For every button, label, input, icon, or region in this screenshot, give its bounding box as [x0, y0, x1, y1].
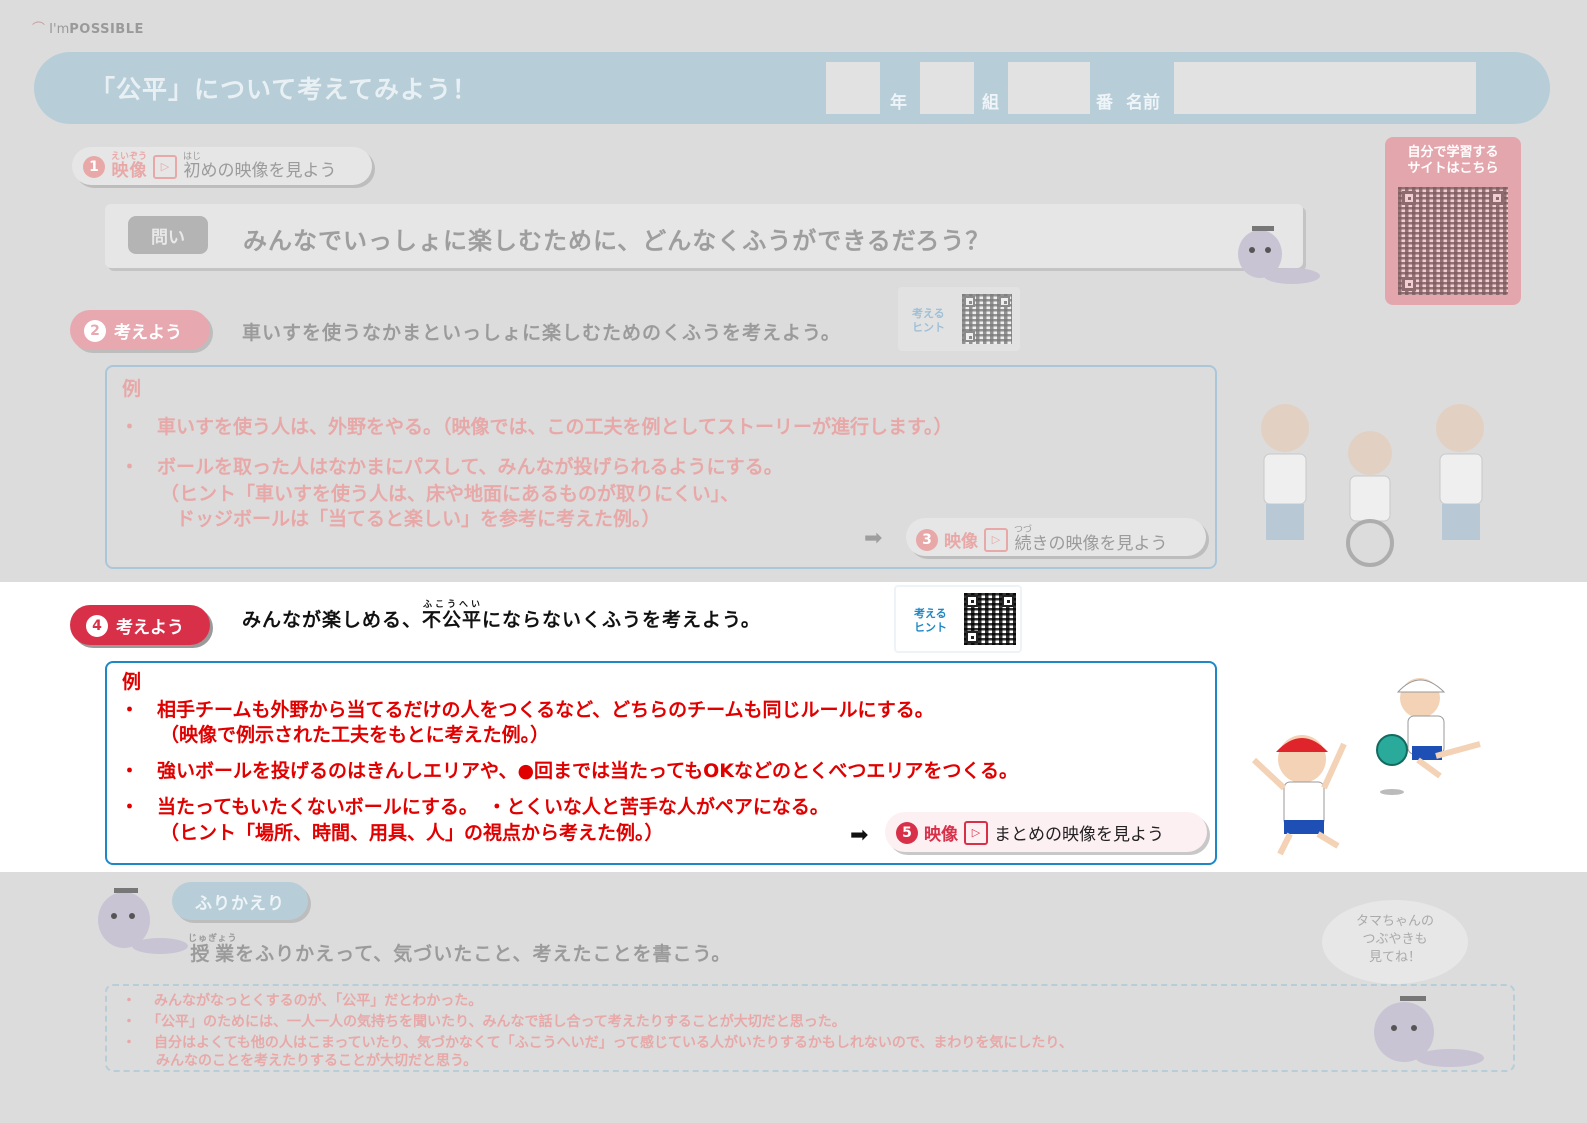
children-illustration-icon: [1261, 404, 1484, 567]
step3-number: 3: [916, 528, 938, 551]
hint-card-1[interactable]: 考える ヒント: [898, 287, 1020, 351]
name-field[interactable]: [1174, 62, 1476, 114]
example2-item-2: ・ボールを取った人はなかまにパスして、みんなが投げられるようにする。: [120, 456, 783, 478]
reflection-item-2: ・「公平」のためには、一人一人の気持ちを聞いたり、みんなで話し合って考えたりする…: [122, 1014, 846, 1030]
self-study-qr-icon[interactable]: [1398, 187, 1508, 295]
name-label: 名前: [1126, 93, 1160, 113]
example4-item-1: ・相手チームも外野から当てるだけの人をつくるなど、どちらのチームも同じルールにす…: [120, 699, 934, 721]
step5-content: 5 映像 ▷ まとめの映像を見よう: [896, 820, 1164, 845]
reflection-item-3-cont: みんなのことを考えたりすることが大切だと思う。: [156, 1053, 478, 1069]
example4-label: 例: [122, 671, 142, 693]
step5-arrow-icon: ➡: [850, 823, 869, 848]
number-label: 番: [1096, 93, 1113, 113]
step2-tag: 考えよう: [114, 323, 182, 343]
self-study-card[interactable]: 自分で学習する サイトはこちら: [1385, 137, 1521, 305]
hint-qr-icon[interactable]: [962, 294, 1012, 344]
step1-content: 1 映像えいぞう ▷ 初はじめの映像を見よう: [83, 152, 337, 181]
tama-mascot-icon: [1374, 996, 1484, 1067]
logo-icon: ⌒: [32, 22, 46, 37]
step3-label: 続つづきの映像を見よう: [1014, 525, 1168, 554]
page-title: 「公平」について考えてみよう！: [90, 75, 479, 104]
example4-item-1-note: （映像で例示された工夫をもとに考えた例。）: [160, 724, 550, 746]
step4-text: みんなが楽しめる、不公平ふこうへいにならないくふうを考えよう。: [242, 600, 761, 631]
question-text: みんなでいっしょに楽しむために、どんなくふうができるだろう？: [243, 227, 991, 255]
self-study-line2: サイトはこちら: [1407, 161, 1499, 176]
grade-label: 年: [890, 93, 907, 113]
step1-number: 1: [83, 155, 105, 178]
reflection-item-1: ・みんながなっとくするのが、「公平」だとわかった。: [122, 993, 483, 1009]
reflection-badge: ふりかえり: [172, 882, 308, 920]
self-study-line1: 自分で学習する: [1407, 145, 1499, 160]
example4-item-3-hint: （ヒント「場所、時間、用具、人」の視点から考えた例。）: [160, 822, 664, 844]
grade-field[interactable]: [826, 62, 880, 114]
tama-mascot-icon: [1238, 226, 1320, 284]
step3-arrow-icon: ➡: [864, 526, 883, 551]
logo: ⌒ I'mPOSSIBLE: [32, 22, 144, 37]
hint-qr-icon[interactable]: [964, 593, 1016, 645]
step4-tag: 考えよう: [116, 618, 184, 638]
step5-tag: 映像: [924, 825, 958, 845]
step3-tag: 映像: [944, 532, 978, 552]
number-field[interactable]: [1008, 62, 1090, 114]
step2-content: 2 考えよう: [84, 318, 182, 343]
play-icon: ▷: [153, 154, 178, 179]
example2-item-2-hint-cont: ドッジボールは「当てると楽しい」を参考に考えた例。）: [176, 508, 661, 530]
step2-text: 車いすを使うなかまといっしょに楽しむためのくふうを考えよう。: [242, 322, 841, 344]
play-icon: ▷: [984, 527, 1008, 552]
example2-label: 例: [122, 378, 142, 400]
step1-label: 初はじめの映像を見よう: [183, 152, 337, 181]
step4-number: 4: [86, 614, 108, 637]
hint-line1: 考える: [914, 607, 947, 620]
question-badge: 問い: [128, 216, 208, 254]
step5-label: まとめの映像を見よう: [994, 825, 1164, 845]
step4-content: 4 考えよう: [86, 613, 184, 638]
dodgeball-kids-illustration-icon: [1251, 678, 1481, 856]
step5-number: 5: [896, 821, 918, 844]
reflection-prompt: 授業じゅぎょうをふりかえって、気づいたこと、考えたことを書こう。: [188, 934, 732, 965]
example2-item-2-hint: （ヒント「車いすを使う人は、床や地面にあるものが取りにくい」、: [160, 483, 740, 505]
class-field[interactable]: [920, 62, 974, 114]
example2-item-1: ・車いすを使う人は、外野をやる。（映像では、この工夫を例としてストーリーが進行し…: [120, 416, 953, 438]
step1-tag: 映像えいぞう: [111, 152, 148, 181]
play-icon: ▷: [964, 820, 988, 845]
hint-line2: ヒント: [912, 321, 945, 334]
class-label: 組: [982, 93, 999, 113]
example4-item-3: ・当たってもいたくないボールにする。 ・とくいな人と苦手な人がペアになる。: [120, 796, 829, 818]
hint-card-2[interactable]: 考える ヒント: [894, 585, 1022, 653]
hint-line1: 考える: [912, 307, 945, 320]
reflection-item-3: ・自分はよくても他の人はこまっていたり、気づかなくて「ふこうへいだ」って感じてい…: [122, 1035, 1073, 1051]
example4-item-2: ・強いボールを投げるのはきんしエリアや、●回までは当たってもOKなどのとくべつエ…: [120, 760, 1019, 782]
speech-bubble-text: タマちゃんの つぶやきも 見てね！: [1355, 914, 1434, 965]
step3-content: 3 映像 ▷ 続つづきの映像を見よう: [916, 525, 1168, 554]
step2-number: 2: [84, 319, 106, 342]
hint-line2: ヒント: [914, 621, 947, 634]
